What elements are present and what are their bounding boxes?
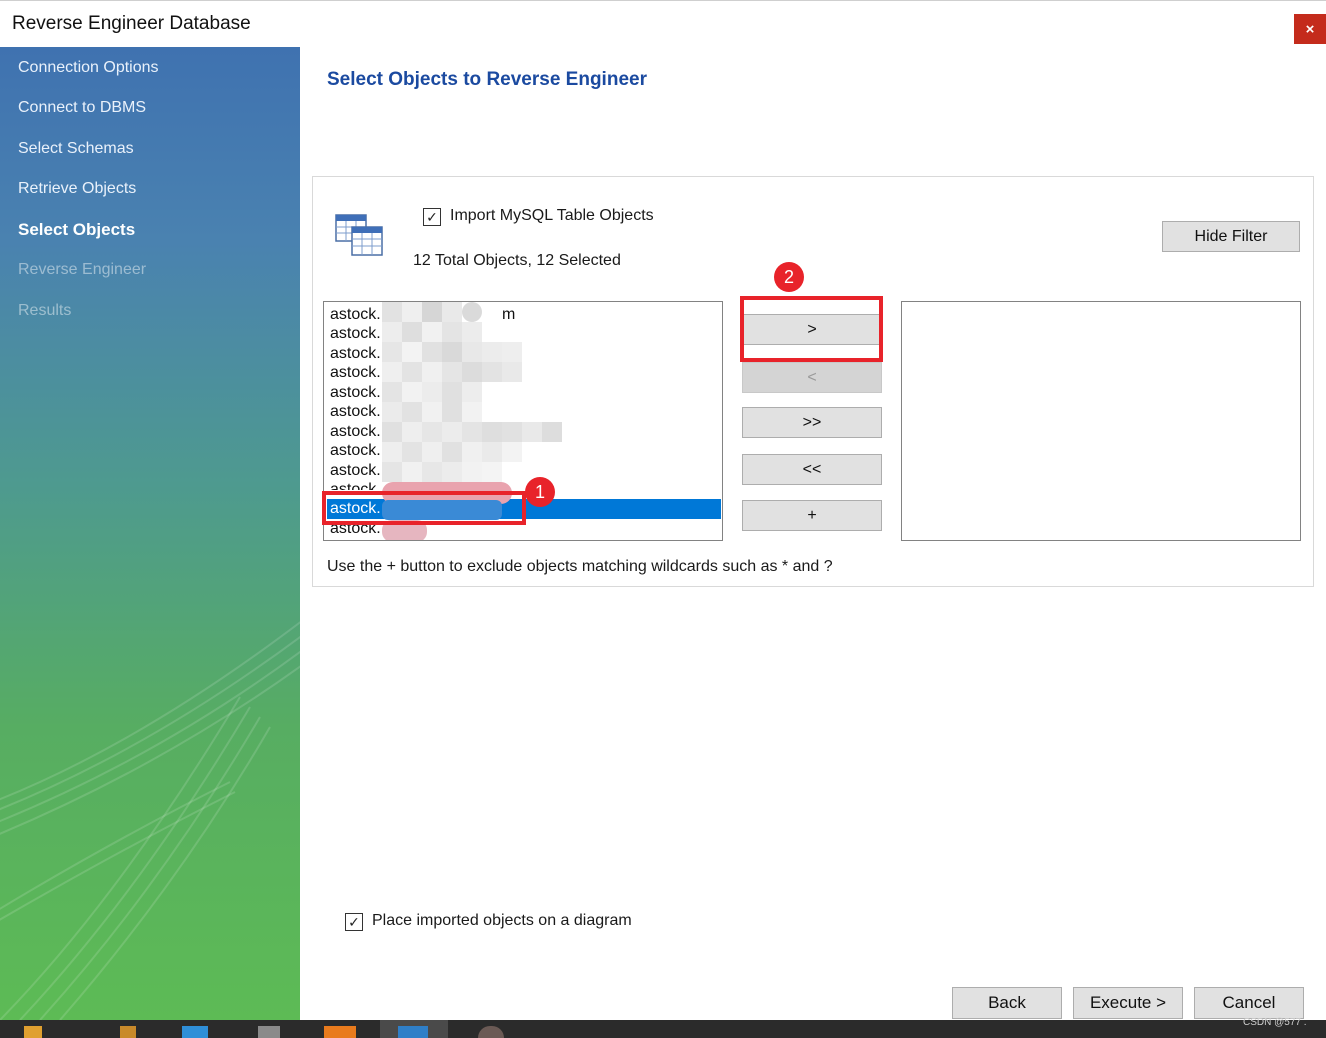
annotation-badge-1: 1	[525, 477, 555, 507]
list-item[interactable]: astock.	[330, 441, 381, 461]
step-retrieve-objects: Retrieve Objects	[18, 180, 137, 197]
window-title: Reverse Engineer Database	[12, 13, 251, 34]
taskbar-app-icon[interactable]	[324, 1026, 356, 1038]
step-connect-to-dbms: Connect to DBMS	[18, 99, 147, 116]
taskbar-app-icon[interactable]	[478, 1026, 504, 1038]
taskbar	[0, 1020, 1326, 1038]
list-item[interactable]: astock.	[330, 363, 381, 383]
list-item[interactable]: astock.	[330, 305, 381, 325]
import-tables-label: Import MySQL Table Objects	[450, 207, 654, 224]
back-button[interactable]: Back	[952, 987, 1062, 1019]
list-item[interactable]: astock.	[330, 383, 381, 403]
remove-all-button[interactable]: <<	[742, 454, 882, 485]
close-button[interactable]: ×	[1294, 14, 1326, 44]
list-item[interactable]: astock.	[330, 461, 381, 481]
hide-filter-button[interactable]: Hide Filter	[1162, 221, 1300, 252]
list-item[interactable]: astock.	[330, 480, 381, 490]
list-item-tail: m	[502, 306, 516, 323]
title-bar: Reverse Engineer Database ×	[0, 0, 1326, 47]
execute-button[interactable]: Execute >	[1073, 987, 1183, 1019]
mysql-workbench-icon	[398, 1026, 428, 1038]
list-item[interactable]: astock.	[330, 324, 381, 344]
step-select-objects: Select Objects	[18, 220, 136, 239]
watermark: CSDN @577 .	[1243, 1017, 1307, 1028]
step-select-schemas: Select Schemas	[18, 140, 134, 157]
place-on-diagram-checkbox[interactable]: ✓	[345, 913, 363, 931]
place-on-diagram-label: Place imported objects on a diagram	[372, 912, 632, 929]
step-reverse-engineer: Reverse Engineer	[18, 261, 147, 278]
add-all-button[interactable]: >>	[742, 407, 882, 438]
selection-summary: 12 Total Objects, 12 Selected	[413, 252, 621, 269]
table-objects-icon	[335, 214, 383, 256]
taskbar-app-icon[interactable]	[182, 1026, 208, 1038]
cancel-button[interactable]: Cancel	[1194, 987, 1304, 1019]
page-title: Select Objects to Reverse Engineer	[327, 69, 647, 90]
list-item[interactable]: astock.	[330, 344, 381, 364]
taskbar-app-icon[interactable]	[120, 1026, 136, 1038]
step-results: Results	[18, 302, 72, 319]
reverse-engineer-dialog: Reverse Engineer Database × Connection O…	[0, 0, 1326, 1038]
wizard-sidebar: Connection Options Connect to DBMS Selec…	[0, 47, 300, 1020]
step-connection-options: Connection Options	[18, 59, 159, 76]
annotation-badge-2: 2	[774, 262, 804, 292]
import-tables-checkbox[interactable]: ✓	[423, 208, 441, 226]
list-item[interactable]: astock.	[330, 422, 381, 442]
add-exclusion-button[interactable]: +	[742, 500, 882, 531]
taskbar-app-icon[interactable]	[258, 1026, 280, 1038]
excluded-objects-list[interactable]	[901, 301, 1301, 541]
annotation-box-1	[322, 491, 526, 525]
annotation-box-2	[740, 296, 883, 362]
wildcard-hint: Use the + button to exclude objects matc…	[327, 558, 833, 575]
list-item[interactable]: astock.	[330, 402, 381, 422]
remove-selected-button[interactable]: <	[742, 362, 882, 393]
taskbar-app-icon[interactable]	[24, 1026, 42, 1038]
